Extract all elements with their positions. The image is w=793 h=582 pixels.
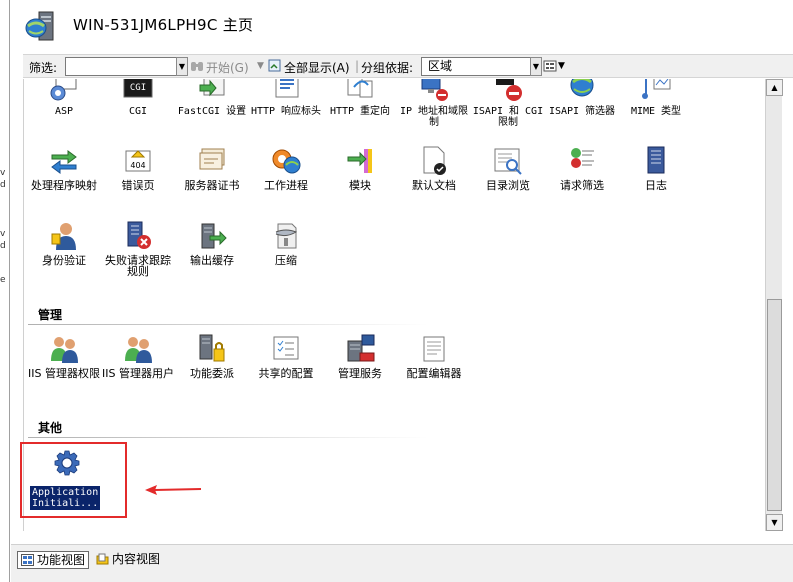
section-other-divider	[28, 437, 428, 438]
binoculars-icon	[191, 62, 203, 71]
group-by-label: 分组依据:	[361, 61, 414, 75]
default-doc-icon	[423, 146, 446, 175]
dir-browse-icon	[494, 148, 522, 175]
auth-icon	[51, 223, 76, 250]
fastcgi-icon	[199, 79, 225, 97]
filter-dropdown-button[interactable]: ▼	[176, 57, 188, 76]
http-headers-icon	[275, 79, 299, 98]
view-mode-dropdown-icon[interactable]: ▼	[558, 61, 565, 71]
feature-isapi-cgi[interactable]: ISAPI 和 CGI 限制	[472, 79, 544, 128]
page-header: WIN-531JM6LPH9C 主页	[11, 0, 793, 50]
view-tabs-bar: 功能视图 内容视图	[11, 544, 793, 582]
scroll-up-button[interactable]: ▲	[766, 79, 783, 96]
feature-logging[interactable]: 日志	[620, 145, 692, 191]
feature-modules[interactable]: 模块	[324, 145, 396, 191]
show-all-button[interactable]: 全部显示(A)	[284, 59, 350, 76]
server-icon	[25, 11, 54, 41]
config-editor-icon	[423, 336, 445, 362]
feature-authentication[interactable]: 身份验证	[28, 220, 100, 266]
certificate-icon	[199, 148, 225, 170]
features-view-tab[interactable]: 功能视图	[17, 551, 90, 569]
iis-permissions-icon	[51, 337, 78, 363]
left-connections-pane: vdvde	[0, 0, 10, 582]
output-cache-icon	[201, 223, 227, 249]
start-dropdown-icon[interactable]: ▼	[257, 61, 264, 71]
worker-process-icon	[272, 149, 301, 174]
failed-request-icon	[127, 221, 151, 249]
feature-handler-mapping[interactable]: 处理程序映射	[28, 145, 100, 191]
http-redirect-icon	[347, 79, 373, 98]
feature-http-redirect[interactable]: HTTP 重定向	[324, 79, 396, 117]
feature-http-headers[interactable]: HTTP 响应标头	[250, 79, 322, 117]
compression-icon	[275, 223, 298, 249]
feature-delegation[interactable]: 功能委派	[176, 333, 248, 379]
isapi-cgi-icon	[496, 79, 522, 101]
feature-worker-processes[interactable]: 工作进程	[250, 145, 322, 191]
filter-label: 筛选:	[29, 61, 58, 75]
log-icon	[647, 146, 665, 174]
feature-isapi-filter[interactable]: ISAPI 筛选器	[546, 79, 618, 117]
show-all-icon	[268, 59, 281, 72]
feature-asp[interactable]: ASP	[28, 79, 100, 117]
filter-input[interactable]	[65, 57, 177, 76]
content-view-icon	[96, 553, 109, 565]
feature-default-document[interactable]: 默认文档	[398, 145, 470, 191]
feature-shared-configuration[interactable]: 共享的配置	[250, 333, 322, 379]
feature-management-service[interactable]: 管理服务	[324, 333, 396, 379]
filter-toolbar: 筛选: ▼ 开始(G) ▼ 全部显示(A) | 分组依据: 区域 ▼ ▼	[23, 54, 793, 78]
handler-mapping-icon	[51, 150, 77, 174]
modules-icon	[347, 149, 372, 173]
scroll-thumb[interactable]	[767, 299, 782, 511]
svg-text:CGI: CGI	[130, 83, 146, 93]
features-view-icon	[21, 554, 34, 566]
feature-configuration-editor[interactable]: 配置编辑器	[398, 333, 470, 379]
feature-ip-restrictions[interactable]: IP 地址和域限制	[398, 79, 470, 128]
feature-directory-browsing[interactable]: 目录浏览	[472, 145, 544, 191]
page-title: WIN-531JM6LPH9C 主页	[73, 16, 254, 34]
vertical-scrollbar[interactable]: ▲ ▼	[765, 79, 783, 531]
feature-fastcgi[interactable]: FastCGI 设置	[176, 79, 248, 117]
content-view-tab[interactable]: 内容视图	[93, 551, 163, 569]
toolbar-separator: |	[355, 59, 360, 73]
features-panel: ASP CGI CGI FastCGI 设置 HTTP 响应标头 HTTP 重定…	[23, 79, 765, 531]
isapi-filter-icon	[570, 79, 594, 97]
feature-compression[interactable]: 压缩	[250, 220, 322, 266]
start-button[interactable]: 开始(G)	[206, 59, 249, 76]
ip-restrictions-icon	[421, 79, 448, 101]
scroll-down-button[interactable]: ▼	[766, 514, 783, 531]
highlight-box	[20, 442, 127, 518]
delegation-icon	[199, 334, 225, 362]
feature-iis-manager-permissions[interactable]: IIS 管理器权限	[28, 333, 100, 379]
feature-request-filtering[interactable]: 请求筛选	[546, 145, 618, 191]
feature-iis-manager-users[interactable]: IIS 管理器用户	[102, 333, 174, 379]
section-management-title: 管理	[38, 308, 63, 322]
group-by-select[interactable]: 区域	[421, 57, 541, 76]
cgi-icon: CGI	[123, 79, 153, 98]
request-filter-icon	[571, 148, 594, 168]
mgmt-service-icon	[347, 334, 375, 362]
svg-text:404: 404	[130, 161, 145, 170]
iis-users-icon	[125, 337, 152, 363]
feature-cgi[interactable]: CGI CGI	[102, 79, 174, 117]
feature-error-page[interactable]: 404 错误页	[102, 145, 174, 191]
section-other-title: 其他	[38, 421, 63, 435]
feature-output-caching[interactable]: 输出缓存	[176, 220, 248, 266]
view-mode-icon[interactable]	[543, 59, 557, 73]
feature-failed-request-tracing[interactable]: 失败请求跟踪规则	[102, 220, 174, 277]
arrow-icon	[145, 485, 201, 495]
feature-server-certificates[interactable]: 服务器证书	[176, 145, 248, 191]
mime-icon	[642, 79, 671, 99]
asp-icon	[50, 79, 77, 101]
shared-config-icon	[273, 336, 299, 360]
group-by-dropdown-button[interactable]: ▼	[530, 57, 542, 76]
feature-mime[interactable]: MIME 类型	[620, 79, 692, 117]
error-page-icon: 404	[125, 150, 151, 172]
section-management-divider	[28, 324, 428, 325]
